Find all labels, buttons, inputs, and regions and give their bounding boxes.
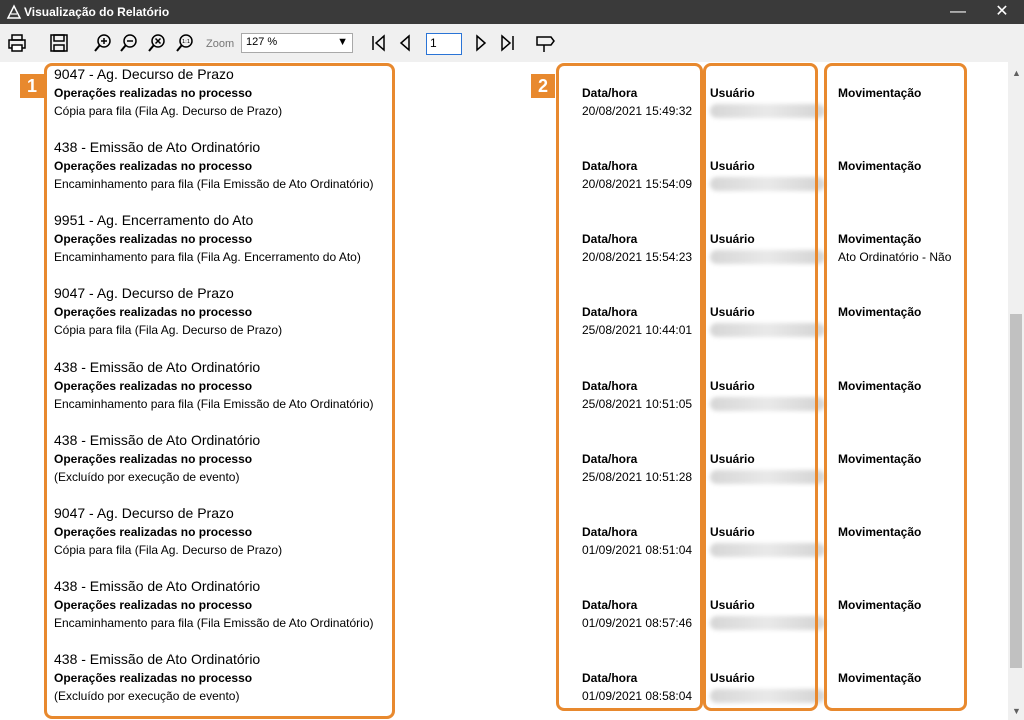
zoom-actual-icon[interactable]: 1:1 <box>174 32 196 54</box>
annotation-box-1 <box>44 63 395 719</box>
signpost-icon[interactable] <box>534 32 556 54</box>
annotation-box-4 <box>824 63 967 711</box>
scroll-down-icon[interactable]: ▼ <box>1012 706 1021 716</box>
minimize-button[interactable]: — <box>936 0 980 24</box>
page-number-input[interactable]: 1 <box>426 33 462 55</box>
annotation-badge-2: 2 <box>531 74 555 98</box>
zoom-value: 127 % <box>246 36 278 48</box>
zoom-out-icon[interactable] <box>118 32 140 54</box>
scrollbar-thumb[interactable] <box>1010 314 1022 668</box>
zoom-select[interactable]: 127 % ▼ <box>241 33 353 53</box>
minimize-icon: — <box>950 3 966 20</box>
vertical-scrollbar[interactable]: ▲ ▼ <box>1008 62 1024 720</box>
zoom-in-icon[interactable] <box>92 32 114 54</box>
window-title: Visualização do Relatório <box>24 5 170 19</box>
print-icon[interactable] <box>6 32 28 54</box>
zoom-label: Zoom <box>206 38 235 50</box>
scroll-up-icon[interactable]: ▲ <box>1012 68 1021 78</box>
close-icon: ✕ <box>995 3 1009 20</box>
last-page-icon[interactable] <box>496 32 518 54</box>
first-page-icon[interactable] <box>368 32 390 54</box>
report-content: 9047 - Ag. Decurso de Prazo Operações re… <box>0 62 1008 720</box>
annotation-box-3 <box>703 63 818 711</box>
chevron-down-icon: ▼ <box>337 36 348 48</box>
close-button[interactable]: ✕ <box>980 0 1024 24</box>
toolbar: 1:1 Zoom <box>0 24 1024 63</box>
app-icon <box>6 4 22 19</box>
save-icon[interactable] <box>48 32 70 54</box>
title-bar: Visualização do Relatório — ✕ <box>0 0 1024 24</box>
next-page-icon[interactable] <box>470 32 492 54</box>
prev-page-icon[interactable] <box>394 32 416 54</box>
annotation-badge-1: 1 <box>20 74 44 98</box>
svg-text:1:1: 1:1 <box>182 39 190 45</box>
annotation-box-2 <box>556 63 703 711</box>
zoom-reset-icon[interactable] <box>146 32 168 54</box>
